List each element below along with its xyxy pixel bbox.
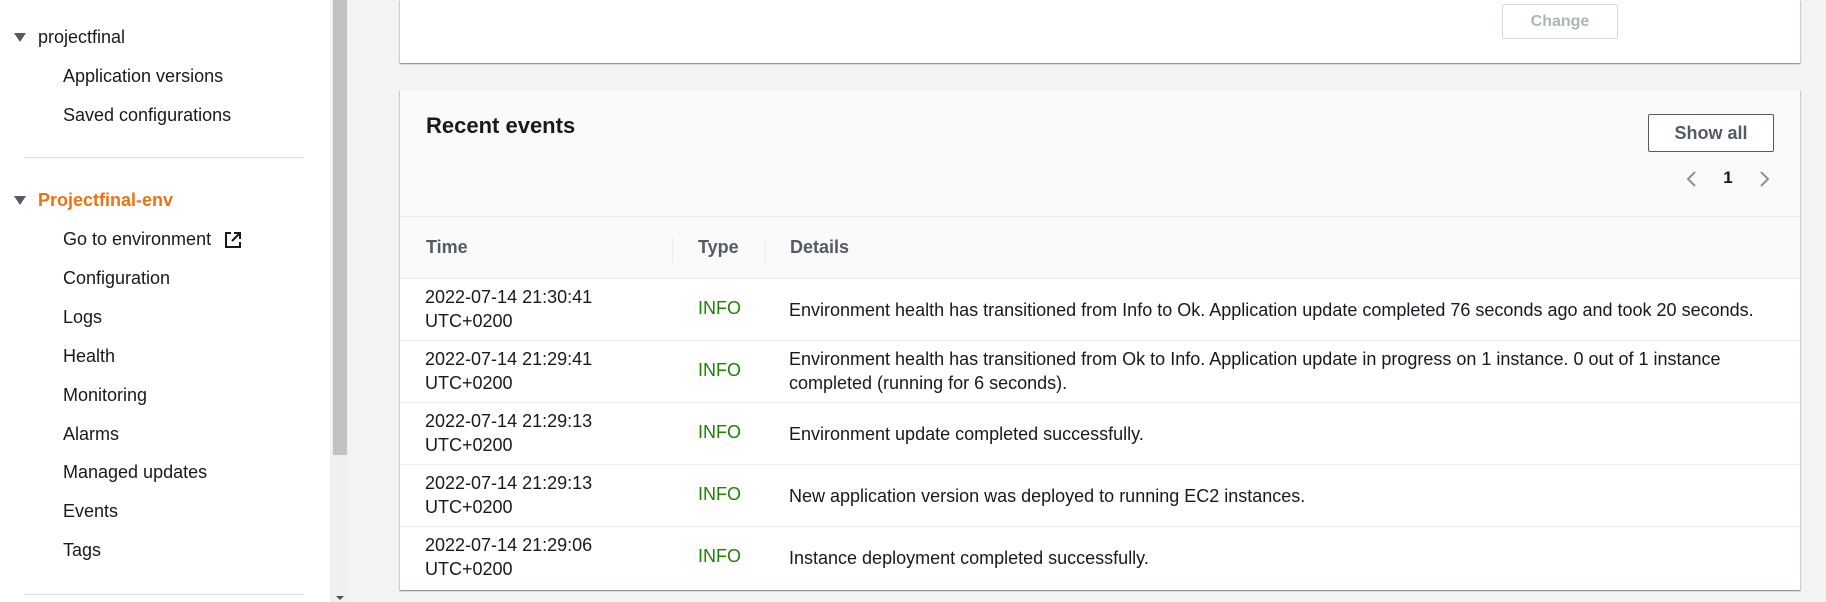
caret-down-icon: [14, 33, 26, 42]
event-type: INFO: [698, 298, 741, 318]
event-type: INFO: [698, 484, 741, 504]
events-table-header: Time Type Details: [400, 217, 1800, 279]
pagination: 1: [1682, 164, 1774, 194]
table-row: 2022-07-14 21:29:13 UTC+0200 INFO Enviro…: [400, 403, 1800, 465]
column-divider: [765, 237, 766, 263]
change-button[interactable]: Change: [1502, 4, 1618, 39]
event-type: INFO: [698, 546, 741, 566]
sidebar-scrollbar-thumb[interactable]: [333, 0, 347, 455]
event-date: 2022-07-14 21:29:41: [425, 349, 593, 369]
sidebar-item-health[interactable]: Health: [63, 346, 115, 367]
column-header-type[interactable]: Type: [698, 237, 739, 258]
event-details: Environment health has transitioned from…: [789, 349, 1721, 393]
event-time: 2022-07-14 21:30:41 UTC+0200: [425, 285, 592, 333]
event-type: INFO: [698, 360, 741, 380]
events-header: Recent events Show all 1: [400, 90, 1800, 217]
scroll-down-icon[interactable]: [336, 596, 344, 600]
event-time: 2022-07-14 21:29:06 UTC+0200: [425, 533, 592, 581]
table-row: 2022-07-14 21:29:06 UTC+0200 INFO Instan…: [400, 527, 1800, 589]
event-timezone: UTC+0200: [425, 311, 513, 331]
column-header-details[interactable]: Details: [790, 237, 849, 258]
event-timezone: UTC+0200: [425, 373, 513, 393]
external-link-icon: [225, 231, 242, 248]
event-details: Environment update completed successfull…: [789, 424, 1144, 444]
event-timezone: UTC+0200: [425, 559, 513, 579]
event-date: 2022-07-14 21:30:41: [425, 287, 593, 307]
sidebar-item-configuration[interactable]: Configuration: [63, 268, 170, 289]
chevron-left-icon[interactable]: [1682, 169, 1702, 189]
application-name: projectfinal: [38, 27, 126, 47]
event-time: 2022-07-14 21:29:13 UTC+0200: [425, 471, 592, 519]
sidebar-item-application-versions[interactable]: Application versions: [63, 66, 223, 87]
event-time: 2022-07-14 21:29:13 UTC+0200: [425, 409, 592, 457]
sidebar-nav: projectfinal Application versions Saved …: [0, 0, 330, 602]
column-header-time[interactable]: Time: [426, 237, 468, 258]
event-date: 2022-07-14 21:29:06: [425, 535, 593, 555]
recent-events-panel: Recent events Show all 1 Time Type Detai…: [400, 90, 1800, 590]
environment-toggle[interactable]: Projectfinal-env: [14, 190, 173, 211]
sidebar-item-tags[interactable]: Tags: [63, 540, 101, 561]
sidebar-divider: [24, 594, 304, 595]
events-title: Recent events: [426, 113, 576, 138]
sidebar-item-logs[interactable]: Logs: [63, 307, 102, 328]
event-date: 2022-07-14 21:29:13: [425, 411, 593, 431]
event-timezone: UTC+0200: [425, 435, 513, 455]
event-timezone: UTC+0200: [425, 497, 513, 517]
sidebar-item-saved-configurations[interactable]: Saved configurations: [63, 105, 231, 126]
event-details: Environment health has transitioned from…: [789, 300, 1754, 320]
chevron-right-icon[interactable]: [1754, 169, 1774, 189]
sidebar-item-monitoring[interactable]: Monitoring: [63, 385, 147, 406]
sidebar-item-events[interactable]: Events: [63, 501, 118, 522]
event-details: New application version was deployed to …: [789, 486, 1306, 506]
sidebar-item-managed-updates[interactable]: Managed updates: [63, 462, 207, 483]
app-root: projectfinal Application versions Saved …: [0, 0, 1826, 602]
sidebar-item-label: Go to environment: [63, 229, 212, 249]
page-number[interactable]: 1: [1716, 168, 1740, 188]
table-row: 2022-07-14 21:29:41 UTC+0200 INFO Enviro…: [400, 341, 1800, 403]
event-date: 2022-07-14 21:29:13: [425, 473, 593, 493]
sidebar-item-go-to-environment[interactable]: Go to environment: [63, 229, 243, 250]
sidebar-item-alarms[interactable]: Alarms: [63, 424, 119, 445]
column-divider: [672, 237, 673, 263]
table-row: 2022-07-14 21:30:41 UTC+0200 INFO Enviro…: [400, 279, 1800, 341]
table-row: 2022-07-14 21:29:13 UTC+0200 INFO New ap…: [400, 465, 1800, 527]
show-all-button[interactable]: Show all: [1648, 114, 1774, 152]
event-type: INFO: [698, 422, 741, 442]
application-toggle[interactable]: projectfinal: [14, 27, 125, 48]
environment-name: Projectfinal-env: [38, 190, 174, 210]
caret-down-icon: [14, 196, 26, 205]
event-time: 2022-07-14 21:29:41 UTC+0200: [425, 347, 592, 395]
sidebar-divider: [24, 157, 304, 158]
configuration-panel: Change: [400, 0, 1800, 63]
event-details: Instance deployment completed successful…: [789, 548, 1149, 568]
